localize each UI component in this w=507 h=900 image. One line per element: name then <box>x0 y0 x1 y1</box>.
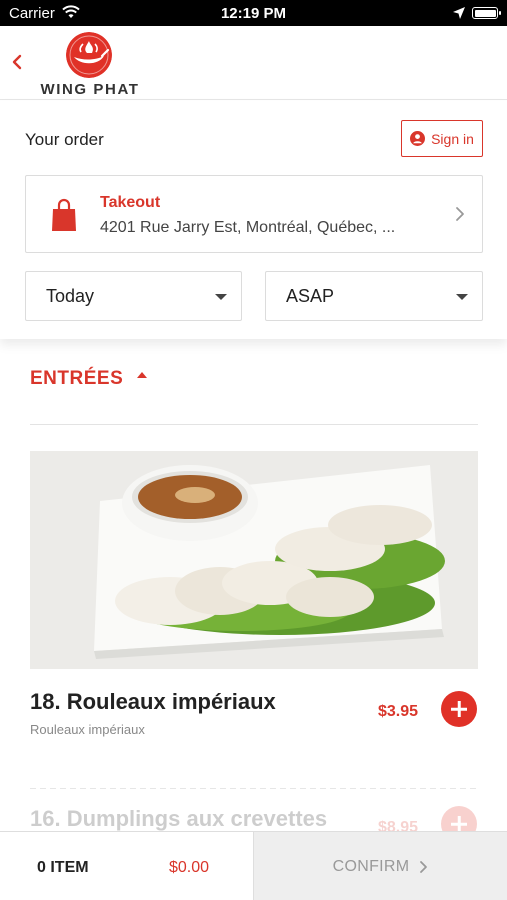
chevron-right-icon <box>456 207 464 221</box>
add-item-button[interactable] <box>441 691 477 727</box>
section-title: ENTRÉES <box>30 368 124 389</box>
chevron-down-icon <box>215 294 227 300</box>
order-mode-label: Takeout <box>100 194 161 211</box>
brand-name: WING PHAT <box>40 81 140 98</box>
time-select[interactable]: ASAP <box>265 271 483 321</box>
item-divider <box>30 788 478 789</box>
day-select-value: Today <box>46 286 95 306</box>
cart-item-count: 0 ITEM <box>37 859 89 876</box>
section-divider <box>30 424 478 425</box>
cart-total: $0.00 <box>169 859 210 876</box>
user-circle-icon <box>410 131 426 146</box>
confirm-button[interactable]: CONFIRM <box>253 832 507 900</box>
item-price: $3.95 <box>378 703 419 720</box>
cart-summary: 0 ITEM $0.00 <box>0 832 253 900</box>
day-select[interactable]: Today <box>25 271 242 321</box>
section-toggle-entrees[interactable]: ENTRÉES <box>30 368 148 390</box>
chevron-down-icon <box>456 294 468 300</box>
order-panel: Your order Sign in Takeout 4201 Rue Jarr… <box>0 101 507 339</box>
cart-bar: 0 ITEM $0.00 CONFIRM <box>0 831 507 900</box>
battery-icon <box>472 7 501 19</box>
item-description: Rouleaux impériaux <box>30 722 145 737</box>
sign-in-button[interactable]: Sign in <box>401 120 483 157</box>
order-mode-card[interactable]: Takeout 4201 Rue Jarry Est, Montréal, Qu… <box>25 175 483 253</box>
back-button[interactable] <box>6 48 28 76</box>
item-name: 16. Dumplings aux crevettes <box>30 806 328 831</box>
item-name: 18. Rouleaux impériaux <box>30 689 276 714</box>
time-select-value: ASAP <box>286 286 335 306</box>
wing-logo-icon <box>66 32 112 78</box>
chevron-up-icon <box>137 372 148 378</box>
confirm-label: CONFIRM <box>332 857 410 875</box>
chevron-right-icon <box>420 860 428 873</box>
shopping-bag-icon <box>52 198 76 231</box>
brand-logo: WING PHAT <box>40 32 140 98</box>
status-bar: Carrier 12:19 PM <box>0 0 507 26</box>
sign-in-label: Sign in <box>431 130 474 147</box>
clock: 12:19 PM <box>220 5 287 22</box>
dumplings-photo <box>30 451 478 669</box>
app-header: WING PHAT <box>0 26 507 100</box>
location-arrow-icon <box>453 7 465 19</box>
your-order-heading: Your order <box>25 130 104 149</box>
item-photo[interactable] <box>30 451 478 669</box>
chevron-left-icon <box>12 54 22 70</box>
pickup-address: 4201 Rue Jarry Est, Montréal, Québec, ..… <box>100 219 396 236</box>
